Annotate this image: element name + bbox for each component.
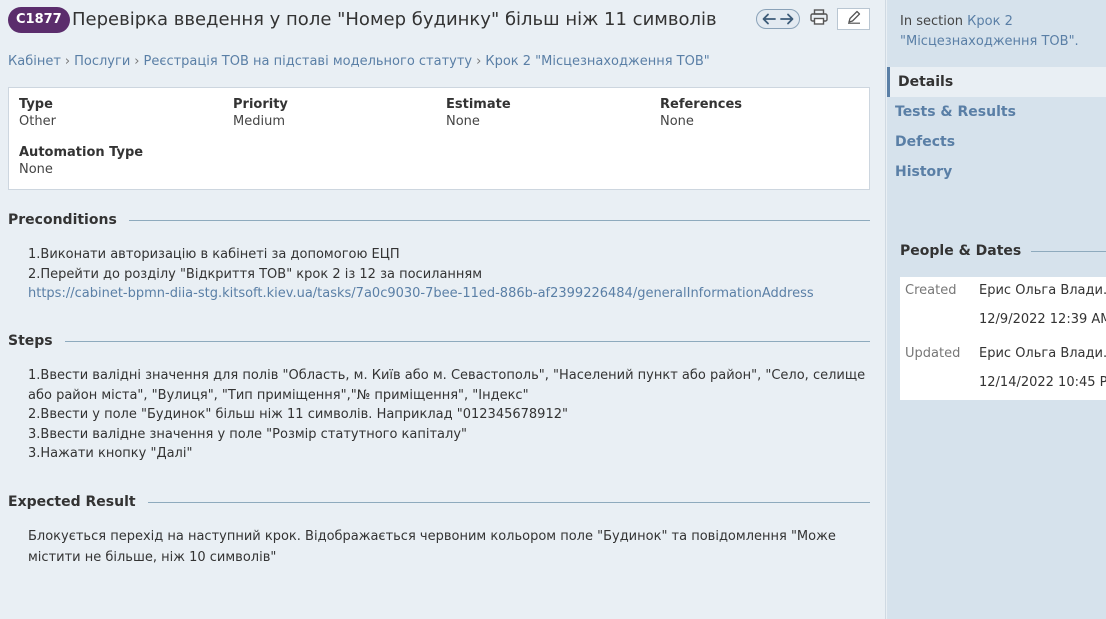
breadcrumb-item-services[interactable]: Послуги [74,54,130,69]
breadcrumb: Кабінет › Послуги › Реєстрація ТОВ на підста… [8,54,710,69]
created-label: Created [905,283,957,298]
field-value: None [660,114,694,129]
field-label: Type [19,97,53,112]
case-id-badge: C1877 [8,7,70,33]
breadcrumb-separator: › [64,54,71,69]
field-automation-type: Automation Type None [19,145,143,177]
divider [1031,250,1106,252]
field-value: None [19,162,53,177]
breadcrumb-separator: › [476,54,482,69]
field-label: Priority [233,97,288,112]
created-at: 12/9/2022 12:39 AM [979,312,1106,327]
printer-icon [810,9,828,29]
arrow-right-icon[interactable] [780,13,794,25]
field-value: Medium [233,114,285,129]
edit-button[interactable] [837,8,870,30]
field-type: Type Other [19,97,56,129]
updated-by[interactable]: Ерис Ольга Влади... [979,346,1106,361]
prev-next-nav [756,9,800,29]
section-title: Preconditions [8,212,117,228]
expected-result-text: Блокується перехід на наступний крок. Ві… [28,529,836,565]
precondition-line: 1.Виконати авторизацію в кабінеті за доп… [28,247,400,262]
section-title: Steps [8,333,53,349]
field-priority: Priority Medium [233,97,288,129]
step-line: 1.Ввести валідні значення для полів "Обл… [28,368,866,403]
field-value: None [446,114,480,129]
steps-body: 1.Ввести валідні значення для полів "Обл… [28,366,870,464]
breadcrumb-item-registration[interactable]: Реєстрація ТОВ на підставі модельного ст… [143,54,472,69]
tab-defects[interactable]: Defects [887,127,1106,157]
step-line: 2.Ввести у поле "Будинок" більш ніж 11 с… [28,407,568,422]
step-line: 3.Ввести валідне значення у поле "Розмір… [28,426,468,442]
step-line: 3.Нажати кнопку "Далі" [28,446,193,461]
preconditions-header: Preconditions [8,211,870,229]
breadcrumb-separator: › [134,54,140,69]
section-title: Expected Result [8,494,136,510]
arrow-left-icon[interactable] [762,13,776,25]
pencil-icon [847,10,861,28]
in-section-info: In section Крок 2 "Місцезнаходження ТОВ"… [900,12,1100,52]
print-button[interactable] [808,8,830,30]
breadcrumb-item-cabinet[interactable]: Кабінет [8,54,61,69]
created-by[interactable]: Ерис Ольга Влади... [979,283,1106,298]
field-value: Other [19,114,56,129]
page-title: Перевірка введення у поле "Номер будинку… [72,9,717,30]
field-estimate: Estimate None [446,97,511,129]
field-label: References [660,97,743,112]
case-fields-panel: Type Other Priority Medium Estimate None… [8,87,870,190]
field-references: References None [660,97,742,129]
people-dates-panel: Created Ерис Ольга Влади... 12/9/2022 12… [900,277,1106,400]
updated-at: 12/14/2022 10:45 PM [979,375,1106,390]
divider [64,340,870,342]
section-title: People & Dates [900,243,1022,259]
expected-result-header: Expected Result [8,493,870,511]
preconditions-body: 1.Виконати авторизацію в кабінеті за доп… [28,245,870,304]
field-label: Automation Type [19,145,144,160]
title-bar: C1877 Перевірка введення у поле "Номер б… [8,6,870,36]
tab-history[interactable]: History [887,157,1106,187]
tab-details[interactable]: Details [887,67,1106,97]
updated-label: Updated [905,346,961,361]
in-section-label: In section [900,14,964,29]
expected-result-body: Блокується перехід на наступний крок. Ві… [28,527,870,568]
divider [147,501,870,503]
right-sidebar: In section Крок 2 "Місцезнаходження ТОВ"… [887,0,1106,619]
precondition-line: 2.Перейти до розділу "Відкриття ТОВ" кро… [28,266,483,282]
tab-tests-results[interactable]: Tests & Results [887,97,1106,127]
main-content: C1877 Перевірка введення у поле "Номер б… [0,0,886,619]
divider [128,219,870,221]
steps-header: Steps [8,332,870,350]
people-dates-header: People & Dates [900,243,1106,259]
field-label: Estimate [446,97,511,112]
breadcrumb-item-step[interactable]: Крок 2 "Місцезнаходження ТОВ" [485,54,709,69]
precondition-link[interactable]: https://cabinet-bpmn-diia-stg.kitsoft.ki… [28,286,814,301]
